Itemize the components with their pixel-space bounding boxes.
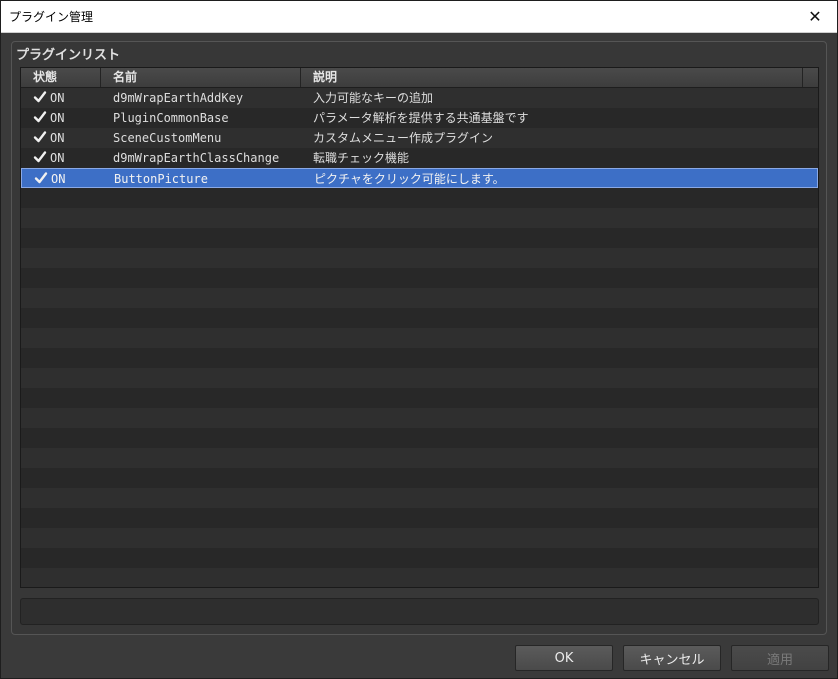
empty-row[interactable] [21, 548, 818, 568]
column-header-state[interactable]: 状態 [21, 68, 101, 87]
state-label: ON [51, 172, 66, 186]
close-button[interactable]: ✕ [793, 1, 837, 32]
table-row[interactable]: ON d9mWrapEarthClassChange 転職チェック機能 [21, 148, 818, 168]
state-cell[interactable]: ON [33, 128, 111, 148]
empty-row[interactable] [21, 228, 818, 248]
plugin-list[interactable]: 状態 名前 説明 ON d9mWrapEarthAddKey 入力可能なキーの追加 O… [20, 67, 819, 588]
empty-row[interactable] [21, 468, 818, 488]
plugin-name: d9mWrapEarthAddKey [113, 91, 244, 105]
empty-row[interactable] [21, 208, 818, 228]
empty-row[interactable] [21, 388, 818, 408]
plugin-description: パラメータ解析を提供する共通基盤です [313, 111, 529, 125]
column-header-filler [803, 68, 818, 87]
empty-row[interactable] [21, 488, 818, 508]
state-label: ON [50, 151, 65, 165]
plugin-name: PluginCommonBase [113, 111, 229, 125]
plugin-description: 転職チェック機能 [313, 151, 410, 165]
state-label: ON [50, 111, 65, 125]
list-header: 状態 名前 説明 [21, 68, 818, 88]
state-cell[interactable]: ON [33, 148, 111, 168]
empty-row[interactable] [21, 288, 818, 308]
table-row[interactable]: ON ButtonPicture ピクチャをクリック可能にします。 [21, 168, 818, 188]
plugin-description: カスタムメニュー作成プラグイン [313, 131, 494, 145]
cancel-button[interactable]: キャンセル [623, 645, 721, 671]
status-field [20, 598, 819, 625]
empty-row[interactable] [21, 348, 818, 368]
close-icon: ✕ [808, 7, 822, 26]
checkmark-icon[interactable] [33, 110, 47, 124]
window-title: プラグイン管理 [9, 10, 94, 24]
state-cell[interactable]: ON [33, 108, 111, 128]
empty-row[interactable] [21, 188, 818, 208]
empty-row[interactable] [21, 508, 818, 528]
empty-row[interactable] [21, 308, 818, 328]
column-header-name[interactable]: 名前 [101, 68, 301, 87]
plugin-manager-window: プラグイン管理 ✕ プラグインリスト 状態 名前 説明 ON d9mWrapEar… [0, 0, 838, 679]
empty-row[interactable] [21, 448, 818, 468]
empty-row[interactable] [21, 248, 818, 268]
checkmark-icon[interactable] [33, 150, 47, 164]
state-label: ON [50, 91, 65, 105]
plugin-description: 入力可能なキーの追加 [313, 91, 434, 105]
plugin-name: ButtonPicture [114, 172, 208, 186]
empty-row[interactable] [21, 268, 818, 288]
table-row[interactable]: ON d9mWrapEarthAddKey 入力可能なキーの追加 [21, 88, 818, 108]
apply-button: 適用 [731, 645, 829, 671]
title-bar: プラグイン管理 ✕ [1, 1, 837, 33]
state-cell[interactable]: ON [34, 169, 112, 189]
list-rows: ON d9mWrapEarthAddKey 入力可能なキーの追加 ON PluginCo… [21, 88, 818, 587]
empty-row[interactable] [21, 428, 818, 448]
state-label: ON [50, 131, 65, 145]
table-row[interactable]: ON SceneCustomMenu カスタムメニュー作成プラグイン [21, 128, 818, 148]
plugin-name: SceneCustomMenu [113, 131, 222, 145]
state-cell[interactable]: ON [33, 88, 111, 108]
empty-row[interactable] [21, 368, 818, 388]
column-header-description[interactable]: 説明 [301, 68, 803, 87]
empty-row[interactable] [21, 408, 818, 428]
ok-button[interactable]: OK [515, 645, 613, 671]
checkmark-icon[interactable] [33, 130, 47, 144]
plugin-description: ピクチャをクリック可能にします。 [314, 172, 505, 186]
empty-row[interactable] [21, 568, 818, 587]
table-row[interactable]: ON PluginCommonBase パラメータ解析を提供する共通基盤です [21, 108, 818, 128]
plugin-name: d9mWrapEarthClassChange [113, 151, 280, 165]
group-title: プラグインリスト [16, 48, 121, 63]
plugin-list-group: プラグインリスト 状態 名前 説明 ON d9mWrapEarthAddKey 入力… [11, 41, 827, 635]
empty-row[interactable] [21, 528, 818, 548]
checkmark-icon[interactable] [34, 171, 48, 185]
empty-row[interactable] [21, 328, 818, 348]
checkmark-icon[interactable] [33, 90, 47, 104]
